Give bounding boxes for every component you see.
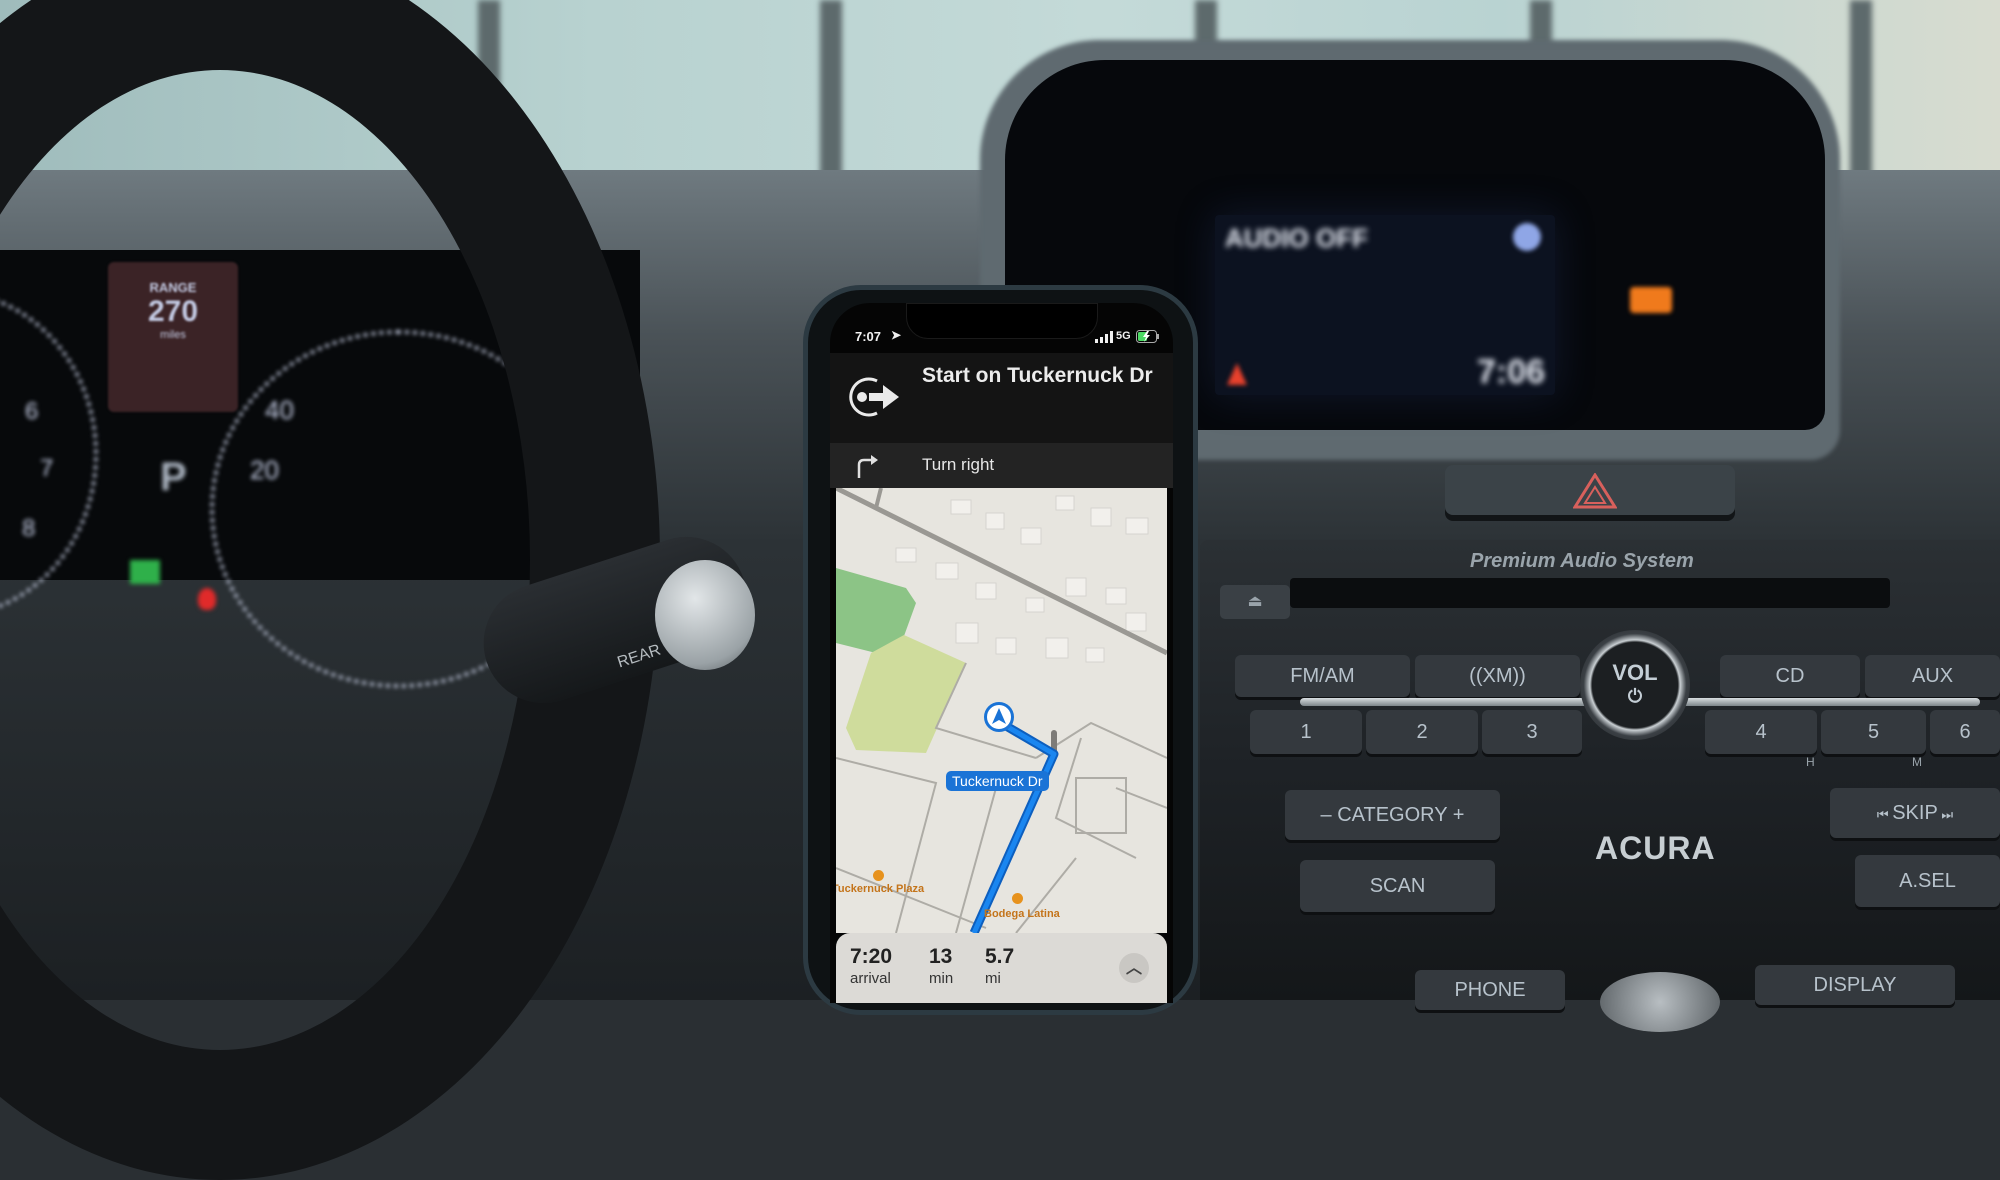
preset-6-button[interactable]: 6 [1930,710,2000,754]
store-icon [1012,893,1023,904]
fm-am-button[interactable]: FM/AM [1235,655,1410,697]
duration-label: min [929,970,954,987]
preset-4-button[interactable]: 4 [1705,710,1817,754]
preset-5-button[interactable]: 5 [1821,710,1926,754]
acura-logo: ACURA [1595,830,1716,866]
preset-3-button[interactable]: 3 [1482,710,1582,754]
start-route-icon [849,377,899,417]
display-button[interactable]: DISPLAY [1755,965,1955,1005]
cellular-signal-icon [1095,331,1113,343]
skip-button[interactable]: ⏮ SKIP ⏭ [1830,788,2000,838]
shopping-bag-icon [873,870,884,881]
wiper-stalk-button[interactable] [655,560,755,670]
distance-value: 5.7 [985,945,1015,968]
navigation-banner[interactable]: Start on Tuckernuck Dr [830,353,1173,443]
poi-label[interactable]: Bodega Latina [984,908,1060,920]
audio-console [1200,540,2000,1000]
arrival-time: 7:20 [850,945,893,968]
phone-button[interactable]: PHONE [1415,970,1565,1010]
xm-button[interactable]: ((XM)) [1415,655,1580,697]
cd-slot [1290,578,1890,608]
asel-button[interactable]: A.SEL [1855,855,2000,907]
scan-button[interactable]: SCAN [1300,860,1495,912]
next-instruction: Turn right [922,455,995,474]
poi-label[interactable]: Tuckernuck Plaza [836,883,924,895]
indicator-light [1630,287,1672,313]
eject-button[interactable]: ⏏ [1220,585,1290,619]
status-time: 7:07 [855,329,882,344]
interface-dial[interactable] [1600,972,1720,1032]
brand-text: Premium Audio System [1470,550,1694,572]
audio-status: AUDIO OFF [1225,223,1368,253]
preset-1-button[interactable]: 1 [1250,710,1362,754]
head-unit-display: AUDIO OFF 7:06 [1215,215,1555,395]
cd-button[interactable]: CD [1720,655,1860,697]
primary-instruction: Start on Tuckernuck Dr [922,364,1153,387]
battery-charging-icon [1136,330,1159,343]
arrival-label: arrival [850,970,891,987]
head-unit-clock: 7:06 [1477,353,1546,391]
aux-button[interactable]: AUX [1865,655,2000,697]
volume-knob[interactable]: VOL ⏻ [1580,630,1690,740]
chevron-up-icon[interactable]: ︿ [1119,953,1149,983]
navigation-arrow-icon [984,702,1014,732]
phone-screen: 7:07 ➤ 5G Start on Tuckernuck Dr Turn ri… [830,303,1173,1003]
power-icon: ⏻ [1627,686,1643,706]
volume-label: VOL [1612,660,1658,685]
duration-value: 13 [929,945,953,968]
location-arrow-icon: ➤ [891,328,902,342]
bluetooth-icon [1513,223,1541,251]
category-button[interactable]: – CATEGORY + [1285,790,1500,840]
skip-label: SKIP [1892,802,1938,824]
hazard-triangle-icon [1573,473,1617,509]
network-type: 5G [1116,330,1131,342]
skip-forward-icon: ⏭ [1937,807,1954,822]
next-maneuver-bar[interactable]: Turn right [830,443,1173,488]
hazard-button[interactable] [1445,465,1735,515]
map-view[interactable]: Tuckernuck Dr Tuckernuck Plaza Bodega La… [836,488,1167,933]
preset-2-button[interactable]: 2 [1366,710,1478,754]
trip-summary-card[interactable]: 7:20 arrival 13 min 5.7 mi ︿ [836,933,1167,1003]
warning-icon [1227,363,1247,385]
minute-label: M [1912,755,1922,769]
hour-label: H [1806,755,1815,769]
distance-label: mi [985,970,1001,987]
route-street-label: Tuckernuck Dr [946,771,1049,791]
eject-icon: ⏏ [1247,593,1263,610]
skip-back-icon: ⏮ [1876,807,1893,822]
phone-notch [906,303,1098,339]
turn-right-icon [857,455,878,478]
